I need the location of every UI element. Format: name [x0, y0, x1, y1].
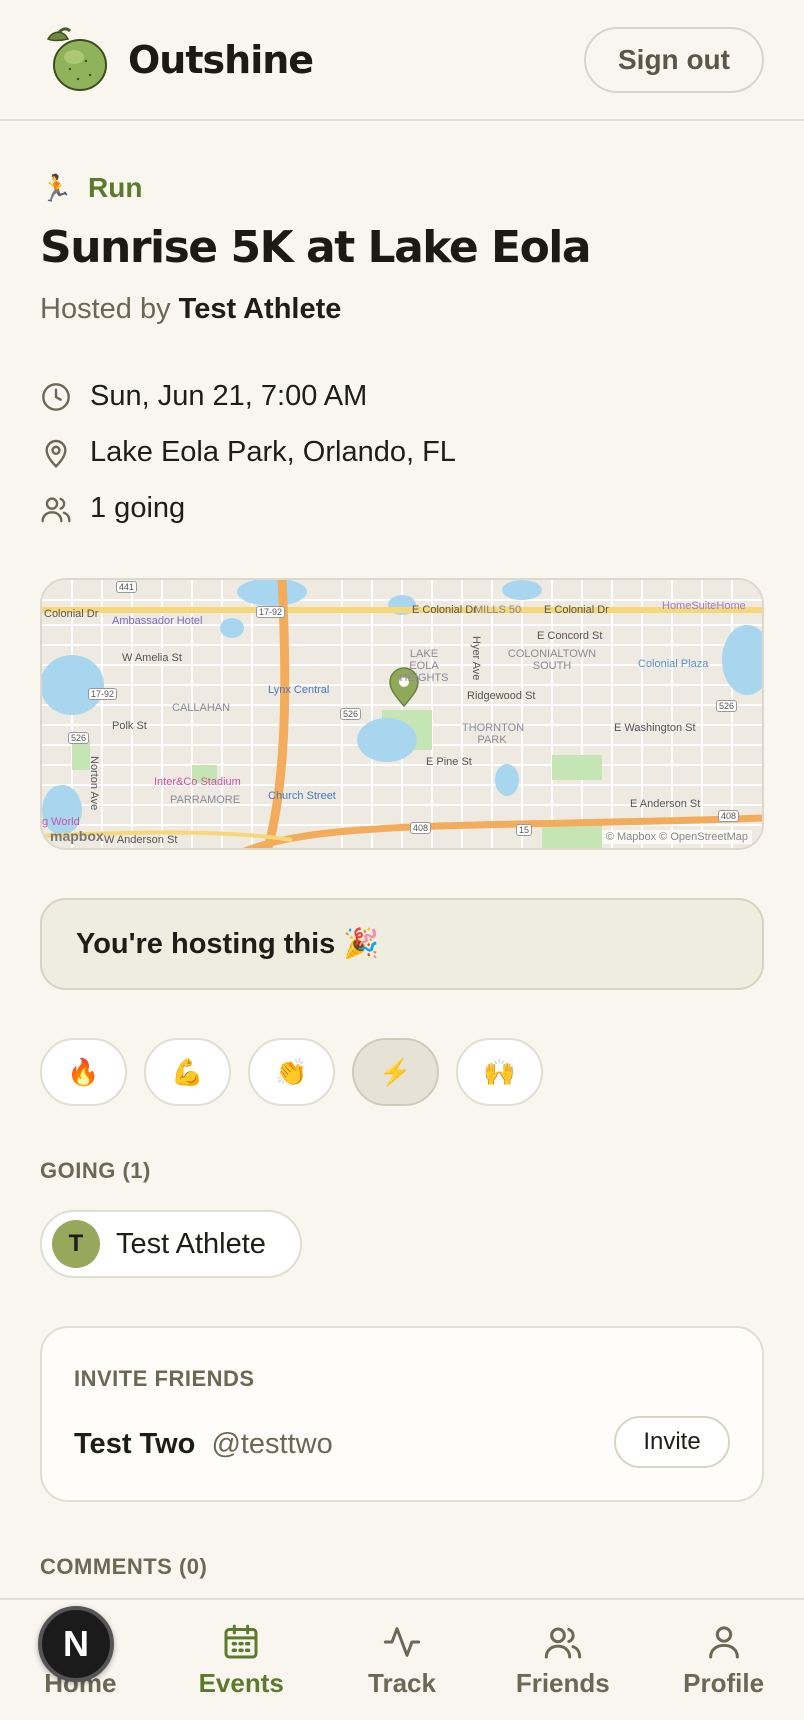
users-icon [544, 1627, 581, 1659]
activity-icon [383, 1627, 421, 1657]
attendee-chip[interactable]: T Test Athlete [40, 1210, 302, 1278]
map-label: Ridgewood St [467, 690, 536, 702]
event-location-row: Lake Eola Park, Orlando, FL [40, 436, 456, 469]
map-label: CALLAHAN [172, 702, 231, 714]
lime-logo-icon [40, 25, 110, 95]
clock-icon [42, 382, 70, 411]
hosted-prefix: Hosted by [40, 293, 171, 325]
reaction-raised-hands-button[interactable]: 🙌 [456, 1038, 543, 1106]
highway-shield: 526 [68, 732, 90, 744]
friend-handle: @testtwo [211, 1428, 333, 1460]
going-count: 1 going [90, 492, 186, 524]
highway-shield: 17-92 [256, 606, 286, 618]
sign-out-button[interactable]: Sign out [584, 27, 764, 93]
highway-shield: 17-92 [88, 688, 118, 700]
map-label: g World [42, 816, 80, 828]
map-label: MILLS 50 [474, 604, 522, 616]
highway-shield: 441 [116, 581, 138, 593]
users-icon [41, 496, 71, 522]
map-label: Colonial Dr [44, 608, 99, 620]
highway-shield: 526 [340, 708, 362, 720]
map-label: E Colonial Dr [544, 604, 609, 616]
map-label: E Colonial Dr [412, 604, 477, 616]
reaction-fire-button[interactable]: 🔥 [40, 1038, 127, 1106]
category-label: Run [88, 172, 143, 203]
nav-item-friends[interactable]: Friends [482, 1600, 643, 1720]
mapbox-logo[interactable]: mapbox [50, 828, 104, 844]
map-attribution[interactable]: © Mapbox © OpenStreetMap [601, 830, 752, 844]
event-title: Sunrise 5K at Lake Eola [40, 222, 592, 273]
nav-item-events[interactable]: Events [161, 1600, 322, 1720]
reaction-bar: 🔥 💪 👏 ⚡ 🙌 [40, 1038, 543, 1106]
highway-shield: 526 [716, 700, 738, 712]
map-label: Inter&Co Stadium [154, 776, 241, 788]
going-section-label: GOING (1) [40, 1158, 151, 1183]
map-label: E Concord St [537, 630, 603, 642]
reaction-clap-button[interactable]: 👏 [248, 1038, 335, 1106]
brand-name[interactable]: Outshine [128, 38, 314, 82]
event-location: Lake Eola Park, Orlando, FL [90, 436, 456, 468]
reaction-muscle-button[interactable]: 💪 [144, 1038, 231, 1106]
map-label: Church Street [268, 790, 336, 802]
event-category: 🏃 Run [40, 172, 142, 204]
user-icon [708, 1626, 739, 1659]
reaction-lightning-button[interactable]: ⚡ [352, 1038, 439, 1106]
map-label: THORNTON PARK [462, 722, 525, 746]
map-label: Norton Ave [88, 756, 100, 811]
event-datetime: Sun, Jun 21, 7:00 AM [90, 380, 368, 412]
invite-friends-card: INVITE FRIENDS Test Two @testtwo Invite [40, 1326, 764, 1502]
map-label: E Washington St [614, 722, 696, 734]
highway-shield: 408 [718, 810, 740, 822]
friend-row: Test Two @testtwo [74, 1428, 333, 1461]
map-label: E Pine St [426, 756, 472, 768]
map-label: Colonial Plaza [638, 658, 709, 670]
nav-item-track[interactable]: Track [322, 1600, 483, 1720]
nav-label: Friends [515, 1668, 610, 1698]
map-label: HomeSuiteHome [662, 600, 746, 612]
invite-button[interactable]: Invite [614, 1416, 730, 1468]
map-pin-icon [45, 439, 67, 468]
map-label: Hyer Ave [470, 636, 482, 681]
host-name: Test Athlete [178, 293, 342, 325]
map-label: Ambassador Hotel [112, 615, 203, 627]
highway-shield: 15 [516, 824, 533, 836]
bottom-nav: Home Events Track Friends Profile [0, 1598, 804, 1720]
comments-section-label: COMMENTS (0) [40, 1554, 208, 1579]
map-label: W Anderson St [104, 834, 178, 846]
event-map[interactable]: Colonial Dr E Colonial Dr MILLS 50 E Col… [40, 578, 764, 850]
nav-label: Track [368, 1668, 436, 1698]
nav-item-profile[interactable]: Profile [643, 1600, 804, 1720]
avatar: T [52, 1220, 100, 1268]
calendar-icon [224, 1624, 258, 1659]
map-label: E Anderson St [630, 798, 701, 810]
app-header: Outshine Sign out [0, 0, 804, 121]
running-person-icon: 🏃 [40, 172, 73, 203]
friend-name: Test Two [74, 1428, 196, 1460]
event-going-row: 1 going [40, 492, 185, 525]
map-label: COLONIALTOWN SOUTH [507, 648, 597, 672]
nav-label: Events [198, 1668, 284, 1698]
map-label: Lynx Central [268, 684, 330, 696]
nav-label: Profile [683, 1668, 765, 1698]
map-label: W Amelia St [122, 652, 182, 664]
invite-friends-label: INVITE FRIENDS [74, 1366, 255, 1391]
event-datetime-row: Sun, Jun 21, 7:00 AM [40, 380, 367, 413]
map-label: LAKE EOLA HEIGHTS [399, 648, 449, 684]
attendee-name: Test Athlete [116, 1227, 266, 1260]
map-label: PARRAMORE [170, 794, 241, 806]
map-label: Polk St [112, 720, 147, 732]
hosting-banner: You're hosting this 🎉 [40, 898, 764, 990]
dev-tools-badge[interactable]: N [38, 1606, 114, 1682]
highway-shield: 408 [410, 822, 432, 834]
hosted-by: Hosted by Test Athlete [40, 293, 341, 326]
